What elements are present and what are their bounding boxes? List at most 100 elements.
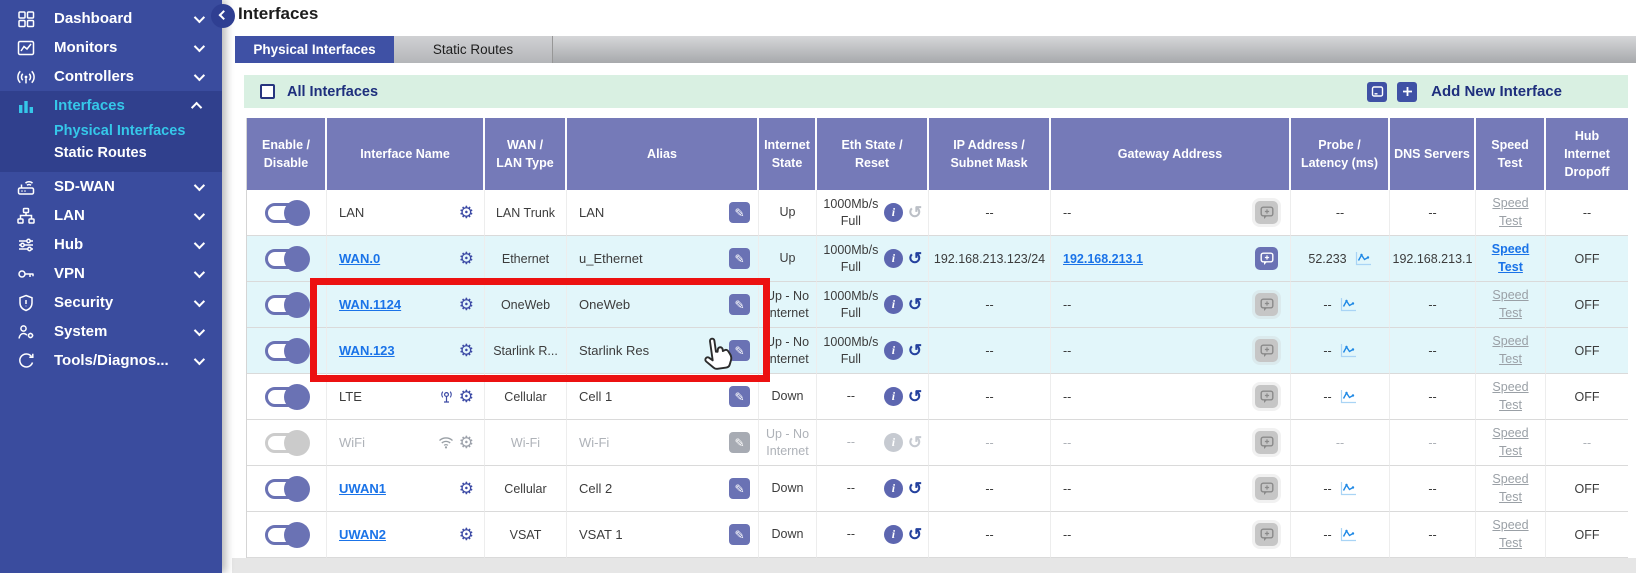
interface-name-link[interactable]: WiFi <box>339 435 365 450</box>
reset-icon[interactable]: ↺ <box>908 296 922 313</box>
latency-chart-icon[interactable] <box>1340 297 1357 312</box>
interface-settings-gear-icon[interactable]: ⚙ <box>459 296 474 313</box>
all-interfaces-checkbox[interactable] <box>260 84 275 99</box>
interface-settings-gear-icon[interactable]: ⚙ <box>459 388 474 405</box>
tab-static-routes[interactable]: Static Routes <box>394 36 553 63</box>
collapse-sidebar-button[interactable] <box>211 4 235 28</box>
sidebar-item-physical-interfaces[interactable]: Physical Interfaces <box>0 120 222 142</box>
reset-icon[interactable]: ↺ <box>908 204 922 221</box>
sidebar-item-vpn[interactable]: VPN <box>0 259 222 288</box>
latency-chart-icon[interactable] <box>1340 481 1357 496</box>
sidebar-item-label: LAN <box>54 207 194 224</box>
speed-test-link[interactable]: Speed Test <box>1492 471 1528 506</box>
eth-state-text: -- <box>823 434 879 451</box>
hub-dropoff-text: OFF <box>1575 298 1600 312</box>
interface-name-link[interactable]: WAN.0 <box>339 251 380 266</box>
sidebar-item-sdwan[interactable]: SD-WAN <box>0 172 222 201</box>
sidebar-item-monitors[interactable]: Monitors <box>0 33 222 62</box>
interface-settings-gear-icon[interactable]: ⚙ <box>459 250 474 267</box>
speed-test-link[interactable]: Speed Test <box>1492 287 1528 322</box>
enable-toggle[interactable] <box>265 341 309 361</box>
speed-test-link[interactable]: Speed Test <box>1492 517 1528 552</box>
sidebar-item-static-routes[interactable]: Static Routes <box>0 142 222 164</box>
info-icon[interactable]: i <box>884 479 903 498</box>
ping-bubble-button[interactable] <box>1255 385 1278 408</box>
interface-name-link[interactable]: UWAN2 <box>339 527 386 542</box>
info-icon[interactable]: i <box>884 525 903 544</box>
interface-name-link[interactable]: UWAN1 <box>339 481 386 496</box>
interface-settings-gear-icon[interactable]: ⚙ <box>459 434 474 451</box>
sidebar-item-controllers[interactable]: Controllers <box>0 62 222 91</box>
alias-edit-button[interactable]: ✎ <box>729 248 750 269</box>
alias-text: Starlink Res <box>579 343 649 358</box>
interface-settings-gear-icon[interactable]: ⚙ <box>459 480 474 497</box>
ip-subnet-cell: -- <box>929 282 1051 328</box>
internet-state-cell: Down <box>759 512 817 558</box>
info-icon[interactable]: i <box>884 203 903 222</box>
enable-toggle[interactable] <box>265 387 309 407</box>
sidebar-item-dashboard[interactable]: Dashboard <box>0 4 222 33</box>
speed-test-link[interactable]: Speed Test <box>1492 195 1528 230</box>
speed-test-link[interactable]: Speed Test <box>1492 379 1528 414</box>
ping-bubble-button[interactable] <box>1255 339 1278 362</box>
ping-bubble-button[interactable] <box>1255 477 1278 500</box>
alias-edit-button[interactable]: ✎ <box>729 340 750 361</box>
export-window-button[interactable] <box>1367 82 1387 102</box>
info-icon[interactable]: i <box>884 387 903 406</box>
latency-chart-icon[interactable] <box>1355 251 1372 266</box>
enable-toggle[interactable] <box>265 525 309 545</box>
ping-bubble-button[interactable] <box>1255 201 1278 224</box>
reset-icon[interactable]: ↺ <box>908 480 922 497</box>
dns-servers-cell: -- <box>1390 466 1476 512</box>
latency-chart-icon[interactable] <box>1340 389 1357 404</box>
info-icon[interactable]: i <box>884 341 903 360</box>
chevron-down-icon <box>194 208 205 219</box>
speed-test-link[interactable]: Speed Test <box>1492 241 1530 276</box>
info-icon[interactable]: i <box>884 249 903 268</box>
ping-bubble-button[interactable] <box>1255 523 1278 546</box>
interface-settings-gear-icon[interactable]: ⚙ <box>459 526 474 543</box>
interface-name-link[interactable]: LTE <box>339 389 362 404</box>
enable-toggle[interactable] <box>265 479 309 499</box>
latency-chart-icon[interactable] <box>1340 343 1357 358</box>
info-icon[interactable]: i <box>884 295 903 314</box>
speed-test-link[interactable]: Speed Test <box>1492 425 1528 460</box>
reset-icon[interactable]: ↺ <box>908 342 922 359</box>
alias-edit-button[interactable]: ✎ <box>729 478 750 499</box>
alias-edit-button[interactable]: ✎ <box>729 432 750 453</box>
plus-icon <box>1401 85 1414 98</box>
enable-toggle[interactable] <box>265 249 309 269</box>
info-icon[interactable]: i <box>884 433 903 452</box>
sidebar-item-lan[interactable]: LAN <box>0 201 222 230</box>
interface-settings-gear-icon[interactable]: ⚙ <box>459 342 474 359</box>
interface-settings-gear-icon[interactable]: ⚙ <box>459 204 474 221</box>
interface-name-link[interactable]: LAN <box>339 205 364 220</box>
enable-toggle[interactable] <box>265 203 309 223</box>
alias-cell: Starlink Res ✎ <box>567 328 759 374</box>
alias-edit-button[interactable]: ✎ <box>729 386 750 407</box>
sidebar-item-system[interactable]: System <box>0 317 222 346</box>
interface-name-link[interactable]: WAN.1124 <box>339 297 401 312</box>
interface-name-link[interactable]: WAN.123 <box>339 343 395 358</box>
add-new-interface-label[interactable]: Add New Interface <box>1431 83 1562 100</box>
alias-edit-button[interactable]: ✎ <box>729 524 750 545</box>
ping-bubble-button[interactable] <box>1255 247 1278 270</box>
reset-icon[interactable]: ↺ <box>908 526 922 543</box>
alias-edit-button[interactable]: ✎ <box>729 294 750 315</box>
alias-edit-button[interactable]: ✎ <box>729 202 750 223</box>
tab-physical-interfaces[interactable]: Physical Interfaces <box>235 36 394 63</box>
speed-test-link[interactable]: Speed Test <box>1492 333 1528 368</box>
reset-icon[interactable]: ↺ <box>908 250 922 267</box>
enable-toggle[interactable] <box>265 433 309 453</box>
sidebar-item-hub[interactable]: Hub <box>0 230 222 259</box>
sidebar-item-security[interactable]: Security <box>0 288 222 317</box>
sidebar-item-tools-diagnostics[interactable]: Tools/Diagnos... <box>0 346 222 375</box>
enable-toggle[interactable] <box>265 295 309 315</box>
ping-bubble-button[interactable] <box>1255 293 1278 316</box>
ping-bubble-button[interactable] <box>1255 431 1278 454</box>
sidebar-item-interfaces[interactable]: Interfaces <box>0 91 222 120</box>
add-new-interface-button[interactable] <box>1397 82 1417 102</box>
reset-icon[interactable]: ↺ <box>908 388 922 405</box>
reset-icon[interactable]: ↺ <box>908 434 922 451</box>
latency-chart-icon[interactable] <box>1340 527 1357 542</box>
